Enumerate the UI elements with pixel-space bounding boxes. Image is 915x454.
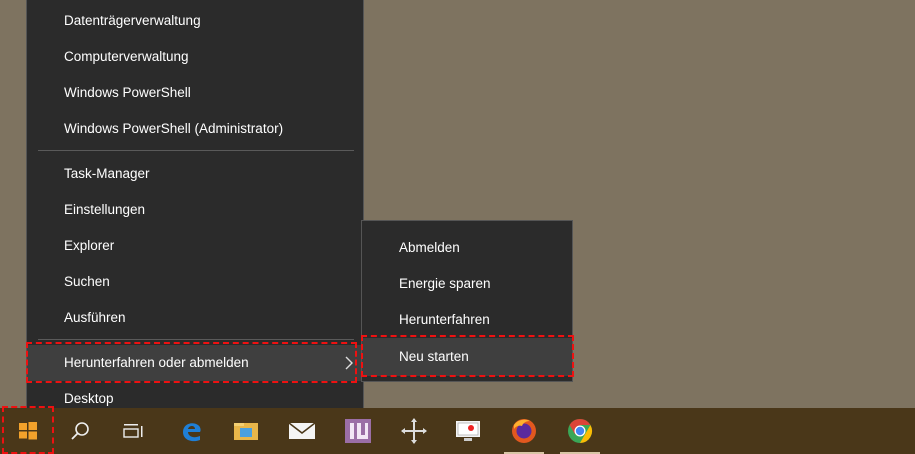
menu-item-einstellungen[interactable]: Einstellungen — [27, 192, 363, 228]
app-icon[interactable] — [334, 408, 382, 454]
menu-separator — [38, 339, 354, 340]
menu-item-windows-powershell[interactable]: Windows PowerShell — [27, 75, 363, 111]
menu-item-herunterfahren-oder-abmelden[interactable]: Herunterfahren oder abmelden — [27, 345, 363, 381]
edge-icon[interactable] — [168, 408, 216, 454]
task-view-icon[interactable] — [110, 408, 158, 454]
shutdown-submenu: Abmelden Energie sparen Herunterfahren N… — [361, 220, 573, 382]
chrome-icon[interactable] — [556, 408, 604, 454]
screenshot-tool-icon[interactable] — [444, 408, 492, 454]
submenu-item-abmelden[interactable]: Abmelden — [362, 230, 572, 266]
menu-item-explorer[interactable]: Explorer — [27, 228, 363, 264]
menu-item-datentraegerverwaltung[interactable]: Datenträgerverwaltung — [27, 3, 363, 39]
submenu-item-herunterfahren[interactable]: Herunterfahren — [362, 302, 572, 338]
menu-item-ausfuehren[interactable]: Ausführen — [27, 300, 363, 336]
menu-separator — [38, 150, 354, 151]
menu-item-suchen[interactable]: Suchen — [27, 264, 363, 300]
menu-item-task-manager[interactable]: Task-Manager — [27, 156, 363, 192]
submenu-item-neu-starten[interactable]: Neu starten — [362, 338, 572, 376]
file-explorer-icon[interactable] — [222, 408, 270, 454]
menu-item-label: Herunterfahren oder abmelden — [64, 355, 249, 370]
menu-item-windows-powershell-admin[interactable]: Windows PowerShell (Administrator) — [27, 111, 363, 147]
firefox-icon[interactable] — [500, 408, 548, 454]
windows-start-icon[interactable] — [2, 408, 54, 454]
search-icon[interactable] — [56, 408, 104, 454]
menu-item-computerverwaltung[interactable]: Computerverwaltung — [27, 39, 363, 75]
move-icon[interactable] — [390, 408, 438, 454]
submenu-item-energie-sparen[interactable]: Energie sparen — [362, 266, 572, 302]
mail-icon[interactable] — [278, 408, 326, 454]
winx-context-menu: Datenträgerverwaltung Computerverwaltung… — [26, 0, 364, 426]
taskbar — [0, 408, 915, 454]
